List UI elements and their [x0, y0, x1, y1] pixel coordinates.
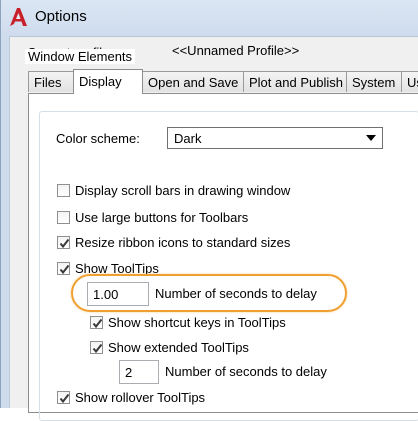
title-bar[interactable]: Options — [1, 0, 418, 36]
checkmark-icon — [59, 393, 70, 404]
tab-display[interactable]: Display — [73, 69, 143, 94]
color-scheme-value: Dark — [174, 131, 202, 146]
checkbox-row-extended-tooltips[interactable]: Show extended ToolTips — [90, 340, 249, 355]
window-elements-title: Window Elements — [25, 49, 136, 64]
rollover-tooltips-label: Show rollover ToolTips — [75, 390, 206, 405]
tab-files[interactable]: Files — [28, 71, 74, 92]
highlight-annotation — [71, 274, 347, 312]
resize-ribbon-label: Resize ribbon icons to standard sizes — [75, 235, 291, 250]
checkmark-icon — [59, 238, 70, 249]
checkbox-row-scroll-bars[interactable]: Display scroll bars in drawing window — [57, 183, 290, 198]
autocad-a-icon — [10, 8, 27, 26]
tab-open-and-save[interactable]: Open and Save — [142, 71, 244, 92]
checkmark-icon — [59, 264, 70, 275]
color-scheme-dropdown[interactable]: Dark — [167, 127, 383, 149]
checkbox-row-resize-ribbon[interactable]: Resize ribbon icons to standard sizes — [57, 235, 290, 250]
options-dialog: Options Current profile: <<Unnamed Profi… — [0, 0, 418, 421]
tab-system[interactable]: System — [346, 71, 402, 92]
extended-delay-field[interactable] — [120, 361, 158, 383]
extended-tooltips-checkbox[interactable] — [90, 341, 103, 354]
checkmark-icon — [92, 318, 103, 329]
show-tooltips-checkbox[interactable] — [57, 262, 70, 275]
rollover-tooltips-checkbox[interactable] — [57, 391, 70, 404]
checkmark-icon — [92, 343, 103, 354]
extended-delay-label: Number of seconds to delay — [165, 364, 327, 379]
extended-tooltips-label: Show extended ToolTips — [108, 340, 249, 355]
resize-ribbon-checkbox[interactable] — [57, 236, 70, 249]
shortcut-keys-checkbox[interactable] — [90, 316, 103, 329]
tab-plot-and-publish[interactable]: Plot and Publish — [243, 71, 347, 92]
tab-user-preferences[interactable]: Us — [401, 71, 418, 92]
shortcut-keys-label: Show shortcut keys in ToolTips — [108, 315, 286, 330]
extended-delay-input[interactable] — [119, 360, 159, 384]
checkbox-row-rollover-tooltips[interactable]: Show rollover ToolTips — [57, 390, 205, 405]
scroll-bars-label: Display scroll bars in drawing window — [75, 183, 291, 198]
checkbox-row-shortcut-keys[interactable]: Show shortcut keys in ToolTips — [90, 315, 286, 330]
large-buttons-checkbox[interactable] — [57, 211, 70, 224]
chevron-down-icon — [366, 135, 376, 141]
checkbox-row-large-buttons[interactable]: Use large buttons for Toolbars — [57, 210, 248, 225]
current-profile-value: <<Unnamed Profile>> — [172, 43, 300, 58]
scroll-bars-checkbox[interactable] — [57, 184, 70, 197]
large-buttons-label: Use large buttons for Toolbars — [75, 210, 249, 225]
color-scheme-label: Color scheme: — [56, 131, 140, 146]
window-title: Options — [35, 8, 87, 25]
